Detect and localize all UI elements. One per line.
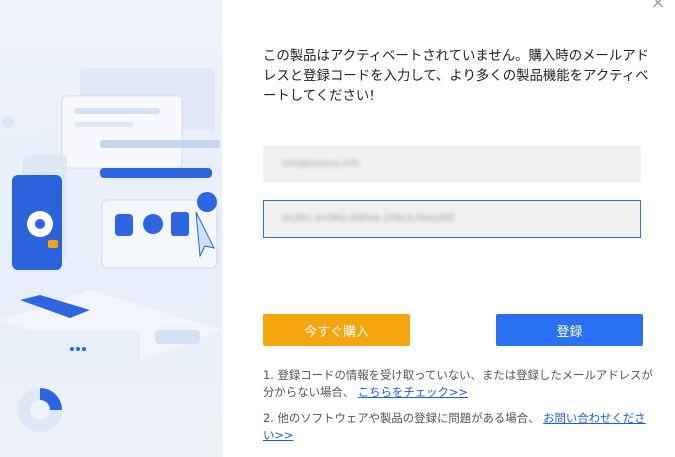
activation-illustration: [0, 68, 222, 432]
help-note-2: 2. 他のソフトウェアや製品の登録に問題がある場合、 お問い合わせください>>: [263, 410, 653, 444]
window-panel: [61, 95, 183, 169]
lock-icon: [115, 214, 133, 236]
buy-now-button[interactable]: 今すぐ購入: [263, 314, 410, 346]
chart-icon: [18, 388, 62, 432]
deco-dot: [2, 116, 14, 128]
check-link[interactable]: こちらをチェック>>: [358, 385, 468, 399]
base-block: [155, 330, 200, 344]
window-bar: [74, 108, 160, 114]
help-note-2-text: 2. 他のソフトウェアや製品の登録に問題がある場合、: [263, 411, 540, 425]
help-note-1: 1. 登録コードの情報を受け取っていない、または登録したメールアドレスが分からな…: [263, 367, 653, 401]
register-button[interactable]: 登録: [496, 314, 643, 346]
registration-code-field[interactable]: 9S2DC-6YQRG-N4FA8-1EWLR-FAVQWE: [263, 200, 641, 238]
window-bar: [100, 168, 212, 178]
window-bar: [100, 140, 220, 148]
illustration-panel: [0, 0, 222, 457]
email-value: info@easeus.info: [282, 159, 360, 169]
shield-icon: [143, 214, 163, 234]
base-block: [0, 330, 140, 370]
close-icon[interactable]: ×: [649, 0, 667, 12]
registration-code-value: 9S2DC-6YQRG-N4FA8-1EWLR-FAVQWE: [282, 214, 455, 224]
email-field[interactable]: info@easeus.info: [263, 146, 641, 182]
bag-icon: [171, 212, 189, 236]
activation-message: この製品はアクティベートされていません。購入時のメールアドレスと登録コードを入力…: [263, 49, 650, 104]
sync-icon: [197, 192, 217, 212]
window-bar: [74, 122, 134, 127]
